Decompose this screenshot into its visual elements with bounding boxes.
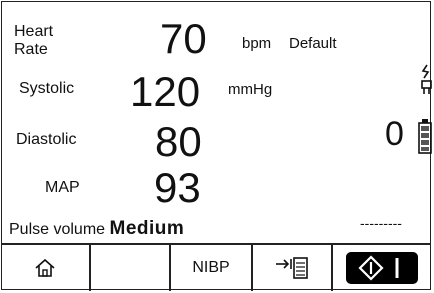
home-button[interactable]	[1, 245, 91, 291]
heart-rate-label-line2: Rate	[14, 41, 48, 58]
start-stop-button[interactable]	[333, 245, 431, 291]
nibp-button-label: NIBP	[192, 259, 230, 276]
pulse-volume-label: Pulse volume	[9, 221, 106, 238]
export-button[interactable]	[253, 245, 333, 291]
systolic-label: Systolic	[19, 80, 75, 97]
diastolic-value: 80	[155, 118, 202, 165]
diastolic-label: Diastolic	[16, 131, 77, 148]
nibp-button[interactable]: NIBP	[171, 245, 253, 291]
pulse-volume: Pulse volume Medium	[9, 219, 184, 238]
map-value: 93	[154, 164, 201, 211]
heart-rate-unit: bpm	[242, 35, 272, 52]
power-connector-icon	[421, 64, 432, 94]
home-icon	[35, 258, 55, 277]
heart-rate-label: Heart Rate	[14, 24, 53, 58]
systolic-unit: mmHg	[228, 81, 273, 98]
blank-softkey[interactable]	[91, 245, 171, 291]
export-to-list-icon	[276, 257, 308, 279]
status-dashes: ---------	[360, 215, 402, 231]
heart-rate-label-line1: Heart	[14, 23, 54, 40]
counter-value: 0	[385, 115, 404, 153]
heart-rate-mode: Default	[289, 35, 337, 52]
systolic-value: 120	[130, 68, 201, 115]
start-stop-icon	[346, 252, 418, 284]
map-label: MAP	[45, 179, 80, 196]
softkey-bar: NIBP	[1, 245, 431, 291]
pulse-volume-value: Medium	[109, 218, 185, 239]
battery-icon	[418, 119, 432, 154]
heart-rate-value: 70	[160, 15, 207, 62]
